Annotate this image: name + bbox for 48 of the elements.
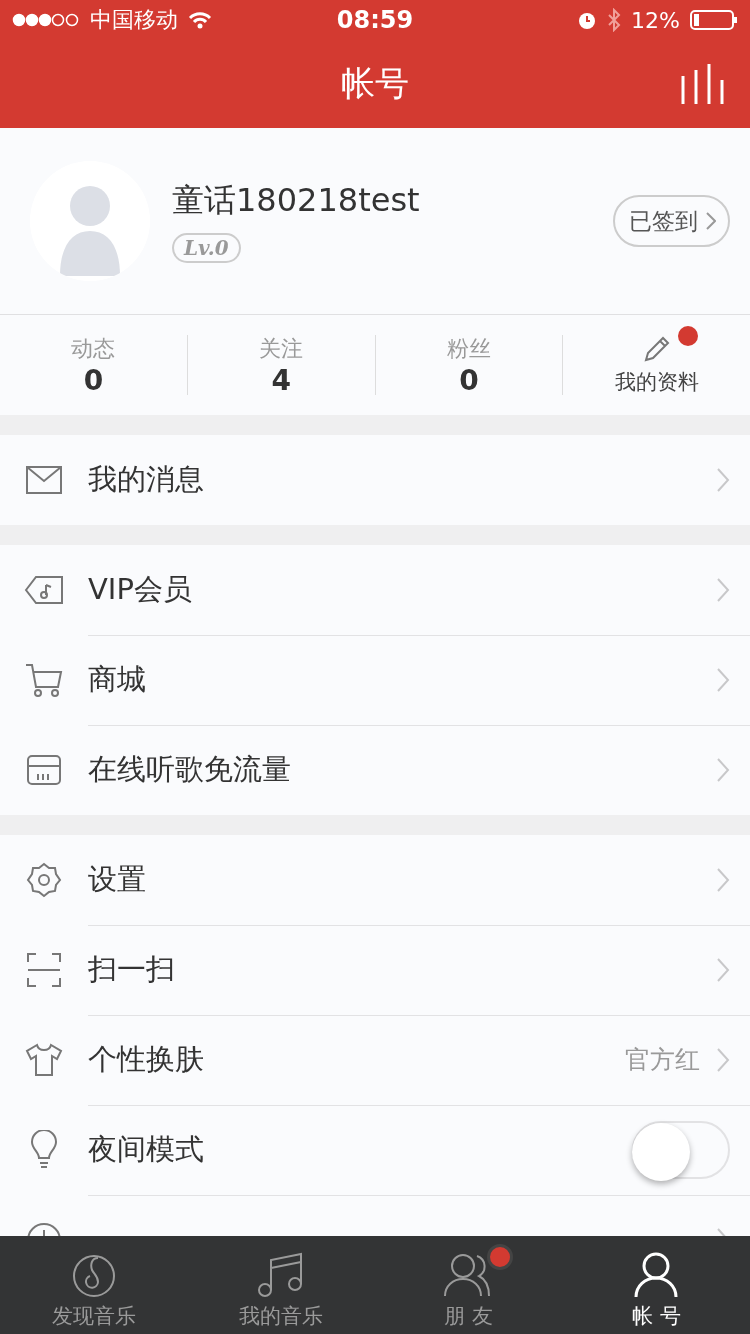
alarm-icon xyxy=(577,10,598,30)
page-title: 帐号 xyxy=(341,62,409,105)
menu-item[interactable]: 设置 xyxy=(88,859,700,900)
scan-icon xyxy=(26,952,62,988)
checkin-button[interactable]: 已签到 xyxy=(613,195,730,247)
chevron-icon xyxy=(716,576,730,603)
clock-time: 08:59 xyxy=(336,6,414,34)
sim-card-icon xyxy=(26,754,62,786)
tab[interactable]: 发现音乐 xyxy=(0,1236,188,1334)
menu-item[interactable]: VIP会员 xyxy=(88,569,700,610)
menu-item[interactable]: 扫一扫 xyxy=(88,949,700,990)
tag-icon xyxy=(24,575,64,605)
stat-item[interactable]: 关注 4 xyxy=(187,335,376,395)
tab[interactable]: 帐 号 xyxy=(562,1236,750,1334)
light-bulb-icon xyxy=(30,1130,58,1170)
person-icon xyxy=(634,1252,679,1298)
settings-icon xyxy=(26,862,62,898)
chevron-icon xyxy=(716,956,730,983)
menu-item[interactable]: 夜间模式 xyxy=(88,1129,616,1170)
envelope-icon xyxy=(26,466,62,494)
chevron-icon xyxy=(706,212,716,230)
bluetooth-icon xyxy=(607,8,622,32)
stat-item[interactable]: 粉丝 0 xyxy=(375,335,564,395)
t-shirt-icon xyxy=(25,1043,63,1077)
chevron-icon xyxy=(716,467,730,493)
user-name: 童话180218test xyxy=(172,180,420,221)
chevron-icon xyxy=(716,1046,730,1073)
menu-item[interactable]: 个性换肤 xyxy=(88,1039,609,1080)
chevron-icon xyxy=(716,757,730,783)
equalizer-icon[interactable] xyxy=(680,64,724,104)
stat-item[interactable]: 动态 0 xyxy=(0,335,188,395)
chevron-icon xyxy=(716,866,730,893)
toggle-switch[interactable] xyxy=(632,1120,730,1179)
row-value: 官方红 xyxy=(625,1044,700,1076)
battery-percent: 12% xyxy=(631,7,680,33)
carrier-name: 中国移动 xyxy=(90,6,178,34)
wifi-icon xyxy=(188,11,212,29)
battery-icon xyxy=(690,10,738,30)
chevron-icon xyxy=(716,666,730,693)
menu-item[interactable]: 在线听歌免流量 xyxy=(88,750,700,790)
level-badge: Lv.0 xyxy=(172,233,241,263)
profile-link[interactable]: 我的资料 xyxy=(614,368,699,396)
cart-icon xyxy=(25,662,63,698)
disc-icon xyxy=(71,1254,116,1298)
tab[interactable]: 朋 友 xyxy=(375,1236,563,1334)
signal-icon xyxy=(12,13,80,27)
menu-item[interactable]: 商城 xyxy=(88,659,700,700)
tab[interactable]: 我的音乐 xyxy=(187,1236,375,1334)
